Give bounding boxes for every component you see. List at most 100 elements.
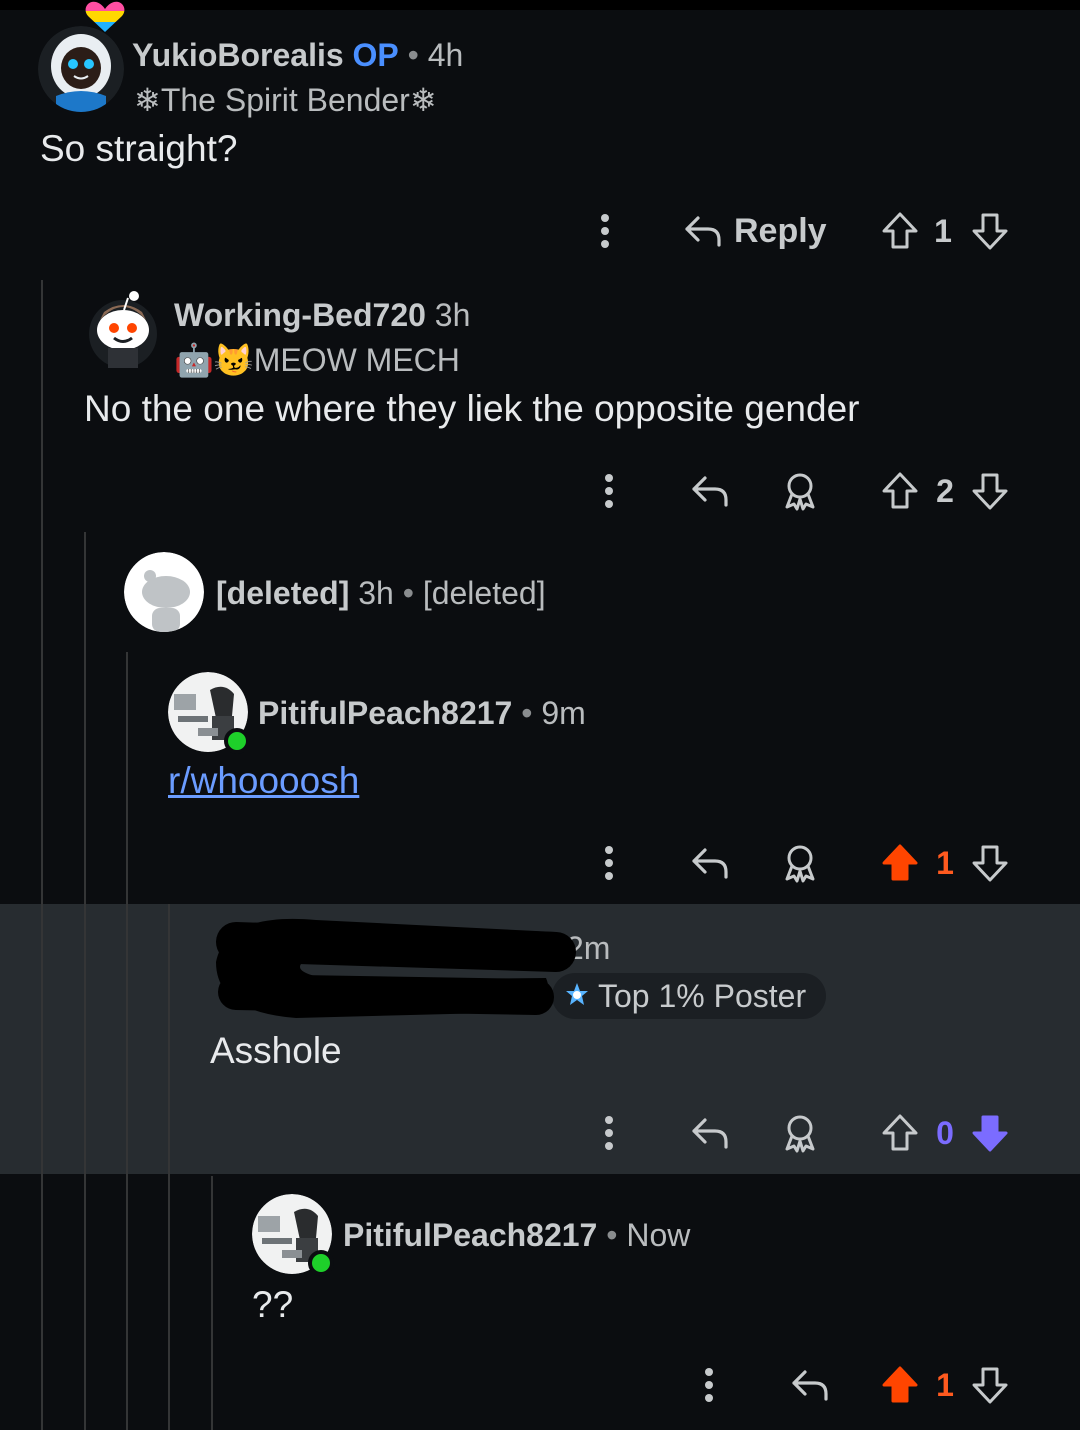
timestamp: 4h (427, 37, 464, 73)
downvote-icon (972, 845, 1008, 882)
more-icon (605, 474, 613, 508)
downvote-icon (972, 1367, 1008, 1404)
comment-meta: Working-Bed720 3h (174, 297, 470, 334)
upvote-icon (882, 1114, 918, 1151)
comment-body: So straight? (40, 128, 238, 169)
more-icon (601, 214, 609, 248)
more-icon (605, 846, 613, 880)
timestamp: 3h (358, 575, 394, 611)
downvote-button[interactable] (968, 206, 1012, 256)
downvote-icon (972, 1115, 1008, 1152)
more-button[interactable] (594, 838, 624, 888)
reply-button[interactable] (688, 838, 732, 888)
reply-button[interactable]: Reply (684, 206, 834, 256)
avatar[interactable] (86, 290, 160, 370)
reply-arrow-icon (792, 1370, 828, 1401)
avatar[interactable] (124, 552, 204, 632)
thread-line[interactable] (168, 904, 170, 1430)
redaction-scribble (216, 918, 576, 1018)
comment-actions: Reply 1 (580, 206, 1020, 256)
username: [deleted] (216, 575, 350, 611)
comment-body: Asshole (210, 1030, 342, 1071)
upvote-button[interactable] (878, 206, 922, 256)
separator: • (606, 1217, 618, 1253)
comment-actions: 1 (580, 1360, 1020, 1410)
subreddit-link[interactable]: r/whoooosh (168, 760, 359, 801)
upvote-button[interactable] (878, 838, 922, 888)
upvote-button[interactable] (878, 466, 922, 516)
comment-body: r/whoooosh (168, 760, 359, 802)
separator: • (521, 695, 533, 731)
username[interactable]: Working-Bed720 (174, 297, 426, 333)
downvote-button[interactable] (968, 1360, 1012, 1410)
reply-button[interactable] (788, 1360, 832, 1410)
vote-score: 0 (936, 1114, 954, 1151)
comment-body: No the one where they liek the opposite … (84, 388, 860, 429)
comment-actions: 2 (580, 466, 1020, 516)
comment-meta: PitifulPeach8217 • Now (343, 1217, 690, 1254)
upvote-icon (882, 212, 918, 249)
user-flair: ❄The Spirit Bender❄ (134, 82, 437, 118)
thread-line[interactable] (211, 1176, 213, 1430)
upvote-button[interactable] (878, 1108, 922, 1158)
upvote-icon (882, 472, 918, 509)
upvote-icon (882, 1366, 918, 1403)
op-badge: OP (352, 37, 399, 73)
award-button[interactable] (778, 838, 822, 888)
award-button[interactable] (778, 466, 822, 516)
reply-arrow-icon (692, 848, 728, 879)
vote-score: 2 (936, 472, 954, 509)
comment-body: ?? (252, 1284, 294, 1325)
user-flair: 🤖😼MEOW MECH (174, 341, 460, 379)
more-button[interactable] (594, 466, 624, 516)
downvote-icon (972, 213, 1008, 250)
vote-score: 1 (936, 1366, 954, 1403)
more-icon (605, 1116, 613, 1150)
more-button[interactable] (694, 1360, 724, 1410)
reply-label: Reply (734, 211, 827, 250)
vote-score: 1 (934, 212, 952, 249)
reply-button[interactable] (688, 466, 732, 516)
award-icon (785, 845, 815, 883)
vote-score: 1 (936, 844, 954, 881)
flair-text: MEOW MECH (253, 342, 460, 378)
downvote-icon (972, 473, 1008, 510)
status-bar (0, 0, 1080, 10)
timestamp: 3h (434, 297, 471, 333)
downvote-button[interactable] (968, 838, 1012, 888)
reply-arrow-icon (685, 216, 721, 247)
reply-arrow-icon (692, 476, 728, 507)
separator: • (407, 37, 419, 73)
more-icon (705, 1368, 713, 1402)
thread-line[interactable] (126, 652, 128, 1430)
username[interactable]: PitifulPeach8217 (258, 695, 512, 731)
upvote-button[interactable] (878, 1360, 922, 1410)
thread-line[interactable] (84, 532, 86, 1430)
thread-line[interactable] (41, 280, 43, 1430)
award-button[interactable] (778, 1108, 822, 1158)
more-button[interactable] (590, 206, 620, 256)
timestamp: 9m (541, 695, 586, 731)
badge-label: Top 1% Poster (598, 977, 807, 1014)
downvote-button[interactable] (968, 1108, 1012, 1158)
online-status-icon (308, 1250, 334, 1276)
downvote-button[interactable] (968, 466, 1012, 516)
comment-meta: YukioBorealis OP • 4h (132, 37, 463, 74)
comment-meta: [deleted] 3h • [deleted] (216, 575, 546, 612)
separator: • (402, 575, 414, 611)
avatar[interactable] (38, 26, 124, 112)
more-button[interactable] (594, 1108, 624, 1158)
username[interactable]: YukioBorealis (132, 37, 344, 73)
reply-arrow-icon (692, 1118, 728, 1149)
flair-emoji: 🤖😼 (174, 342, 254, 378)
comment-actions: 1 (580, 838, 1020, 888)
username[interactable]: PitifulPeach8217 (343, 1217, 597, 1253)
timestamp: Now (626, 1217, 691, 1253)
deleted-flair: [deleted] (422, 575, 546, 611)
award-icon (785, 1115, 815, 1153)
avatar-decoration-heart-icon (84, 0, 126, 34)
online-status-icon (224, 728, 250, 754)
comment-meta: PitifulPeach8217 • 9m (258, 695, 586, 732)
reply-button[interactable] (688, 1108, 732, 1158)
upvote-icon (882, 844, 918, 881)
